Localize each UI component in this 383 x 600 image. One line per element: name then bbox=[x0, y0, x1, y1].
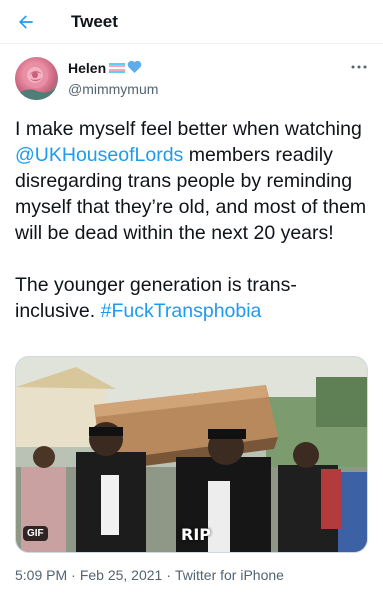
coffin-dance-gif-image bbox=[16, 357, 367, 552]
tweet-text: I make myself feel better when watching … bbox=[15, 116, 373, 324]
back-button[interactable] bbox=[14, 10, 38, 34]
blue-heart-icon bbox=[127, 60, 142, 76]
tweet-metadata: 5:09 PM · Feb 25, 2021 · Twitter for iPh… bbox=[15, 567, 284, 583]
back-arrow-icon bbox=[19, 15, 33, 29]
gif-badge: GIF bbox=[23, 526, 48, 541]
author-name-row[interactable]: Helen bbox=[68, 60, 142, 76]
more-options-button[interactable] bbox=[349, 60, 369, 74]
rose-avatar-image bbox=[15, 64, 58, 100]
meta-separator: · bbox=[166, 567, 171, 583]
tweet-source[interactable]: Twitter for iPhone bbox=[175, 567, 284, 583]
author-display-name: Helen bbox=[68, 60, 107, 76]
tweet-date[interactable]: Feb 25, 2021 bbox=[80, 567, 163, 583]
author-handle[interactable]: @mimmymum bbox=[68, 81, 158, 97]
gif-overlay-caption: RIP bbox=[181, 525, 211, 544]
tweet-time[interactable]: 5:09 PM bbox=[15, 567, 67, 583]
meta-separator: · bbox=[71, 567, 76, 583]
tweet-paragraph-2: The younger generation is trans-inclusiv… bbox=[15, 272, 373, 324]
transgender-flag-icon bbox=[109, 62, 126, 74]
more-dots-icon bbox=[351, 65, 367, 69]
page-title: Tweet bbox=[71, 12, 118, 31]
hashtag-link[interactable]: #FuckTransphobia bbox=[101, 300, 262, 322]
top-bar: Tweet bbox=[0, 0, 383, 44]
mention-link[interactable]: @UKHouseofLords bbox=[15, 144, 183, 166]
gif-media[interactable]: GIF RIP bbox=[15, 356, 368, 553]
avatar[interactable] bbox=[15, 57, 58, 100]
tweet-paragraph-1: I make myself feel better when watching … bbox=[15, 116, 373, 246]
tweet-text-segment: I make myself feel better when watching bbox=[15, 118, 362, 140]
